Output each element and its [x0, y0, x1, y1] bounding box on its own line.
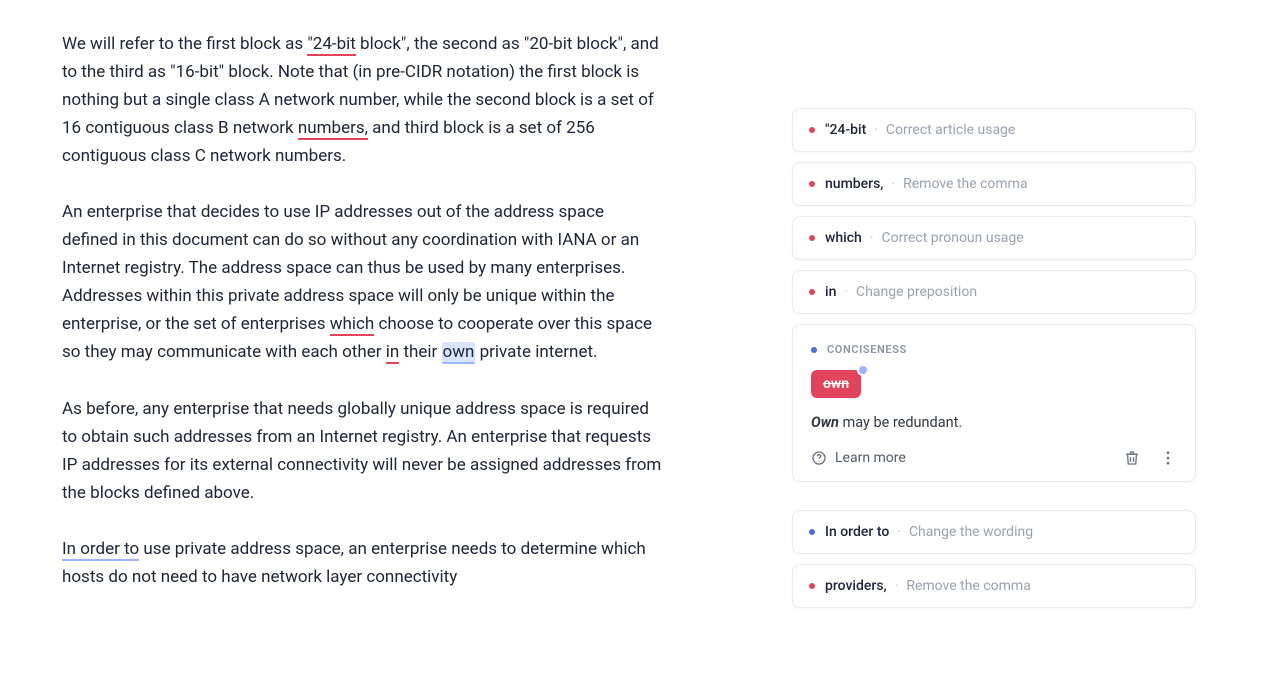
suggestion-card[interactable]: in · Change preposition: [792, 270, 1196, 314]
paragraph: We will refer to the first block as "24-…: [62, 30, 662, 170]
suggestions-panel: "24-bit · Correct article usage numbers,…: [712, 0, 1288, 674]
conciseness-dot-icon: [809, 529, 815, 535]
suggestion-card[interactable]: which · Correct pronoun usage: [792, 216, 1196, 260]
correctness-dot-icon: [809, 181, 815, 187]
separator-dot-icon: ·: [844, 284, 848, 300]
correctness-dot-icon: [809, 583, 815, 589]
more-vertical-icon: [1159, 449, 1177, 467]
flag-numbers[interactable]: numbers,: [298, 118, 368, 140]
paragraph: As before, any enterprise that needs glo…: [62, 395, 662, 507]
suggestion-description: Own may be redundant.: [811, 414, 1177, 431]
flag-in[interactable]: in: [386, 342, 400, 364]
separator-dot-icon: ·: [895, 578, 899, 594]
suggestion-term: which: [825, 230, 862, 246]
separator-dot-icon: ·: [897, 524, 901, 540]
suggestion-card-expanded[interactable]: CONCISENESS own Own may be redundant.: [792, 324, 1196, 482]
suggestion-term: in: [825, 284, 836, 300]
suggestion-hint: Correct pronoun usage: [882, 230, 1024, 246]
separator-dot-icon: ·: [870, 230, 874, 246]
separator-dot-icon: ·: [891, 176, 895, 192]
dismiss-button[interactable]: [1123, 449, 1141, 467]
paragraph: An enterprise that decides to use IP add…: [62, 198, 662, 366]
suggestion-card[interactable]: numbers, · Remove the comma: [792, 162, 1196, 206]
flag-24-bit[interactable]: "24-bit: [307, 34, 356, 56]
suggestion-term: providers,: [825, 578, 887, 594]
flag-which[interactable]: which: [330, 314, 375, 336]
suggestion-hint: Remove the comma: [906, 578, 1030, 594]
suggestion-card[interactable]: In order to · Change the wording: [792, 510, 1196, 554]
chip-badge-icon: [857, 364, 869, 376]
suggestion-term: "24-bit: [825, 122, 866, 138]
suggestion-card[interactable]: "24-bit · Correct article usage: [792, 108, 1196, 152]
editor-pane[interactable]: We will refer to the first block as "24-…: [0, 0, 712, 674]
suggestion-term: In order to: [825, 524, 889, 540]
correctness-dot-icon: [809, 289, 815, 295]
paragraph: In order to use private address space, a…: [62, 535, 662, 591]
suggestion-hint: Change preposition: [856, 284, 977, 300]
suggestion-hint: Correct article usage: [886, 122, 1015, 138]
suggestion-hint: Change the wording: [909, 524, 1033, 540]
more-button[interactable]: [1159, 449, 1177, 467]
trash-icon: [1123, 449, 1141, 467]
conciseness-dot-icon: [811, 347, 817, 353]
separator-dot-icon: ·: [874, 122, 878, 138]
flag-in-order-to[interactable]: In order to: [62, 539, 139, 561]
correctness-dot-icon: [809, 235, 815, 241]
learn-more-link[interactable]: Learn more: [811, 450, 906, 466]
correctness-dot-icon: [809, 127, 815, 133]
suggestion-card[interactable]: providers, · Remove the comma: [792, 564, 1196, 608]
flag-own[interactable]: own: [442, 342, 476, 364]
suggestion-category: CONCISENESS: [811, 343, 1177, 356]
help-icon: [811, 450, 827, 466]
suggestion-term: numbers,: [825, 176, 883, 192]
remove-word-chip[interactable]: own: [811, 370, 861, 398]
suggestion-hint: Remove the comma: [903, 176, 1027, 192]
